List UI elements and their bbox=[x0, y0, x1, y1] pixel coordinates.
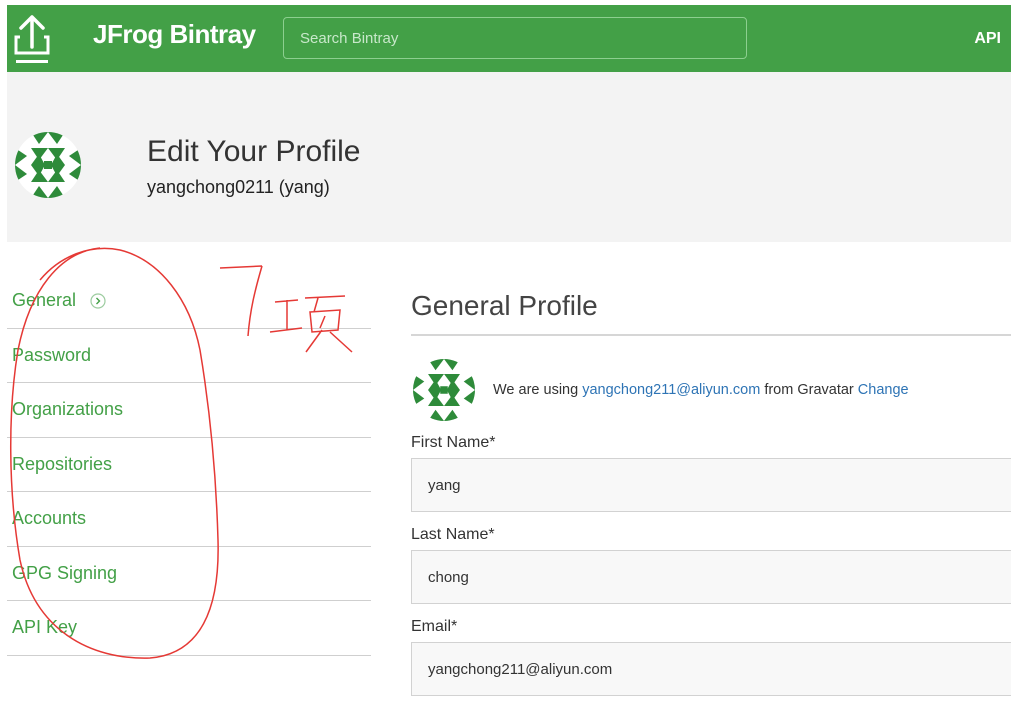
first-name-label: First Name* bbox=[411, 434, 496, 451]
gravatar-change-link[interactable]: Change bbox=[858, 382, 909, 398]
gravatar-row: We are using yangchong211@aliyun.com fro… bbox=[411, 359, 1011, 421]
email-label: Email* bbox=[411, 618, 458, 635]
gravatar-middle: from Gravatar bbox=[760, 382, 858, 398]
last-name-label: Last Name* bbox=[411, 526, 495, 543]
sidebar-item-label: Repositories bbox=[12, 453, 113, 474]
sidebar-item-label: Password bbox=[12, 344, 92, 365]
search-input[interactable] bbox=[283, 17, 747, 59]
first-name-field[interactable] bbox=[411, 458, 1011, 512]
sidebar-item-label: API Key bbox=[12, 617, 78, 638]
sidebar-item-api-key[interactable]: API Key bbox=[7, 601, 371, 656]
last-name-field[interactable] bbox=[411, 550, 1011, 604]
upload-icon[interactable] bbox=[14, 13, 50, 65]
chevron-right-circle-icon bbox=[90, 293, 106, 309]
sidebar-item-organizations[interactable]: Organizations bbox=[7, 383, 371, 438]
avatar bbox=[15, 132, 81, 198]
avatar bbox=[413, 359, 475, 421]
profile-sidebar: General Password Organizations Repositor… bbox=[7, 274, 371, 656]
brand-logo[interactable]: JFrog Bintray bbox=[93, 19, 256, 50]
gravatar-notice: We are using yangchong211@aliyun.com fro… bbox=[493, 382, 909, 398]
sidebar-item-label: General bbox=[12, 290, 77, 311]
email-field[interactable] bbox=[411, 642, 1011, 696]
sidebar-item-label: Accounts bbox=[12, 508, 87, 529]
sidebar-item-password[interactable]: Password bbox=[7, 329, 371, 383]
gravatar-email-link[interactable]: yangchong211@aliyun.com bbox=[582, 382, 760, 398]
sidebar-item-label: GPG Signing bbox=[12, 562, 118, 583]
page-title: Edit Your Profile bbox=[147, 135, 361, 168]
username-subtitle: yangchong0211 (yang) bbox=[147, 177, 330, 197]
top-navbar: JFrog Bintray API bbox=[7, 5, 1011, 72]
gravatar-prefix: We are using bbox=[493, 382, 583, 398]
sidebar-item-accounts[interactable]: Accounts bbox=[7, 492, 371, 547]
profile-header: Edit Your Profile yangchong0211 (yang) bbox=[7, 72, 1011, 242]
sidebar-item-gpg-signing[interactable]: GPG Signing bbox=[7, 547, 371, 601]
sidebar-item-label: Organizations bbox=[12, 399, 124, 420]
general-profile-panel: General Profile We are using yangchong21… bbox=[411, 290, 1011, 696]
section-title: General Profile bbox=[411, 290, 1011, 336]
sidebar-item-repositories[interactable]: Repositories bbox=[7, 438, 371, 492]
sidebar-item-general[interactable]: General bbox=[7, 274, 371, 329]
api-link[interactable]: API bbox=[974, 30, 1001, 48]
